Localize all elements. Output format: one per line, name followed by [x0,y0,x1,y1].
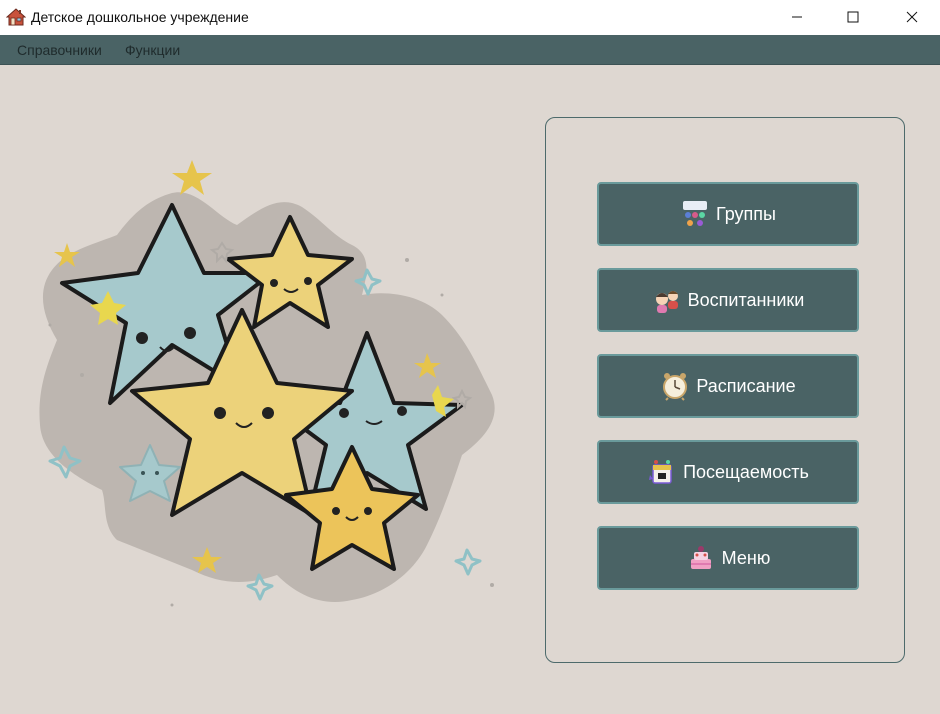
minimize-icon [792,16,802,17]
minimize-button[interactable] [774,0,820,33]
stars-illustration [39,160,495,607]
cake-icon [690,546,711,569]
menu-directories[interactable]: Справочники [17,42,102,58]
menu-label: Меню [721,547,771,568]
main-area: Группы Воспитанники Расписание Посещаемо… [0,65,940,714]
close-button[interactable] [889,0,935,33]
alarm-clock-icon [663,373,688,401]
attendance-button[interactable]: Посещаемость [597,440,859,504]
pupils-button[interactable]: Воспитанники [597,268,859,332]
menu-button[interactable]: Меню [597,526,859,590]
children-icon [655,291,678,313]
pupils-label: Воспитанники [687,289,805,310]
groups-label: Группы [716,203,776,224]
schedule-button[interactable]: Расписание [597,354,859,418]
schedule-label: Расписание [696,375,796,396]
maximize-icon [847,11,859,22]
house-icon [6,8,26,26]
navigation-panel: Группы Воспитанники Расписание Посещаемо… [545,117,905,663]
close-icon [906,11,918,22]
groups-button[interactable]: Группы [597,182,859,246]
menu-bar: Справочники Функции [0,35,940,65]
groups-icon [683,201,707,226]
menu-functions[interactable]: Функции [125,42,180,58]
maximize-button[interactable] [830,0,876,33]
calendar-icon [649,460,672,484]
window-title: Детское дошкольное учреждение [31,9,249,25]
attendance-label: Посещаемость [683,461,809,482]
title-bar: Детское дошкольное учреждение [0,0,940,35]
